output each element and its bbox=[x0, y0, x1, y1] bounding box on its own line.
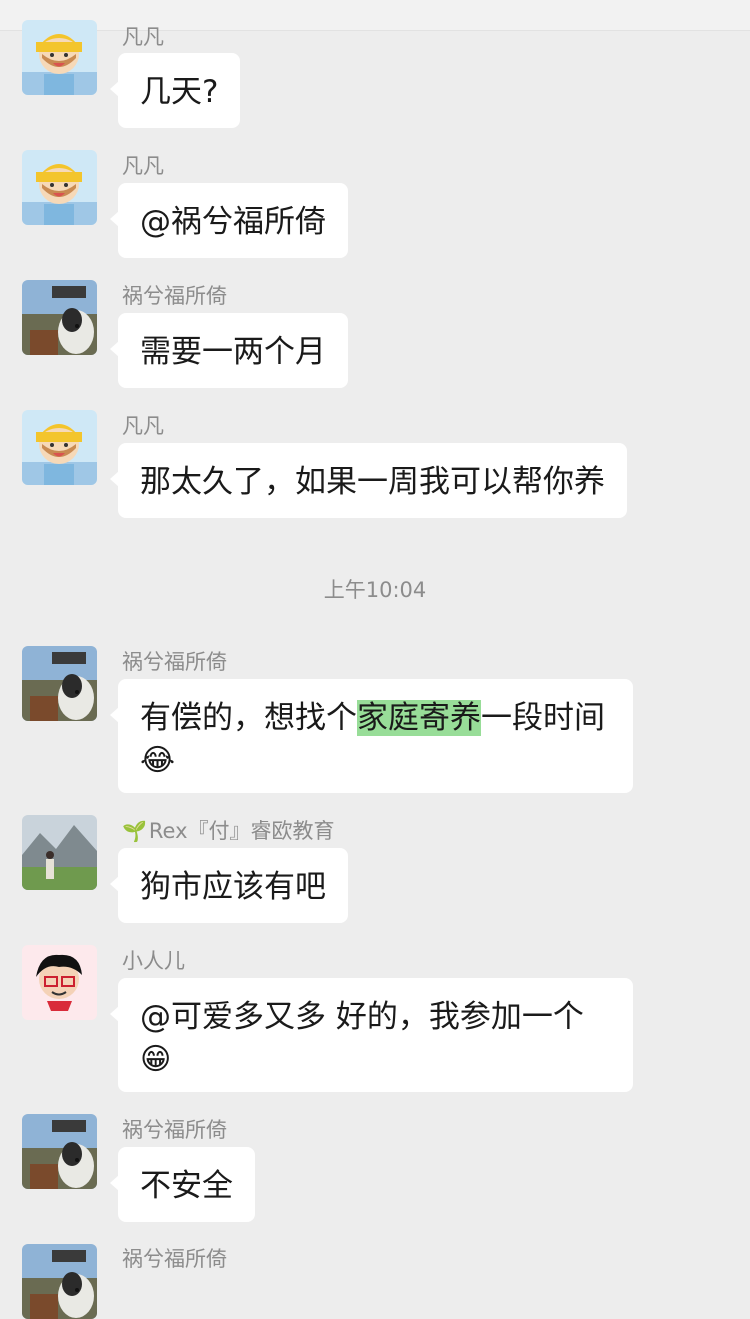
avatar-huoxi[interactable] bbox=[22, 1244, 97, 1319]
sender-name: 祸兮福所倚 bbox=[122, 284, 227, 308]
sender-name: 祸兮福所倚 bbox=[122, 1247, 227, 1271]
message-bubble[interactable]: 狗市应该有吧 bbox=[110, 848, 348, 923]
sender-name: 凡凡 bbox=[122, 414, 164, 438]
message-text: 那太久了，如果一周我可以帮你养 bbox=[140, 464, 605, 500]
message-text: 需要一两个月 bbox=[140, 334, 326, 370]
avatar-xiaorener[interactable] bbox=[22, 945, 97, 1020]
message-text: 狗市应该有吧 bbox=[140, 869, 326, 905]
avatar-fanfan[interactable] bbox=[22, 150, 97, 225]
message-bubble[interactable]: 不安全 bbox=[110, 1147, 255, 1222]
avatar-fanfan[interactable] bbox=[22, 410, 97, 485]
sender-name: 祸兮福所倚 bbox=[122, 1118, 227, 1142]
avatar-huoxi[interactable] bbox=[22, 646, 97, 721]
message-bubble[interactable]: 需要一两个月 bbox=[110, 313, 348, 388]
tears-of-joy-emoji-icon: 😂 bbox=[140, 743, 176, 778]
message-bubble[interactable]: @可爱多又多 好的，我参加一个 😁 bbox=[110, 978, 633, 1092]
message-bubble[interactable]: @祸兮福所倚 bbox=[110, 183, 348, 258]
avatar-huoxi[interactable] bbox=[22, 280, 97, 355]
sender-name: 🌱Rex『付』睿欧教育 bbox=[122, 819, 335, 843]
message-text: 不安全 bbox=[140, 1168, 233, 1204]
sender-name: 凡凡 bbox=[122, 25, 164, 49]
message-text: @祸兮福所倚 bbox=[140, 204, 326, 240]
top-bar bbox=[0, 0, 750, 31]
message-text: 一段时间 bbox=[481, 700, 605, 736]
sender-name: 小人儿 bbox=[122, 949, 185, 973]
avatar-huoxi[interactable] bbox=[22, 1114, 97, 1189]
message-bubble[interactable]: 那太久了，如果一周我可以帮你养 bbox=[110, 443, 627, 518]
avatar-fanfan[interactable] bbox=[22, 20, 97, 95]
message-text: 有偿的，想找个 bbox=[140, 700, 357, 736]
avatar-rex[interactable] bbox=[22, 815, 97, 890]
message-bubble[interactable]: 有偿的，想找个家庭寄养一段时间 😂 bbox=[110, 679, 633, 793]
time-divider: 上午10:04 bbox=[323, 578, 427, 602]
sender-name: 祸兮福所倚 bbox=[122, 650, 227, 674]
message-text: 几天? bbox=[140, 74, 219, 110]
sprout-icon: 🌱 bbox=[122, 819, 147, 843]
message-text: @可爱多又多 好的，我参加一个 bbox=[140, 999, 584, 1035]
grin-emoji-icon: 😁 bbox=[140, 1042, 172, 1077]
message-bubble[interactable]: 几天? bbox=[109, 53, 241, 128]
highlighted-keyword[interactable]: 家庭寄养 bbox=[357, 700, 481, 736]
sender-name: 凡凡 bbox=[122, 154, 164, 178]
